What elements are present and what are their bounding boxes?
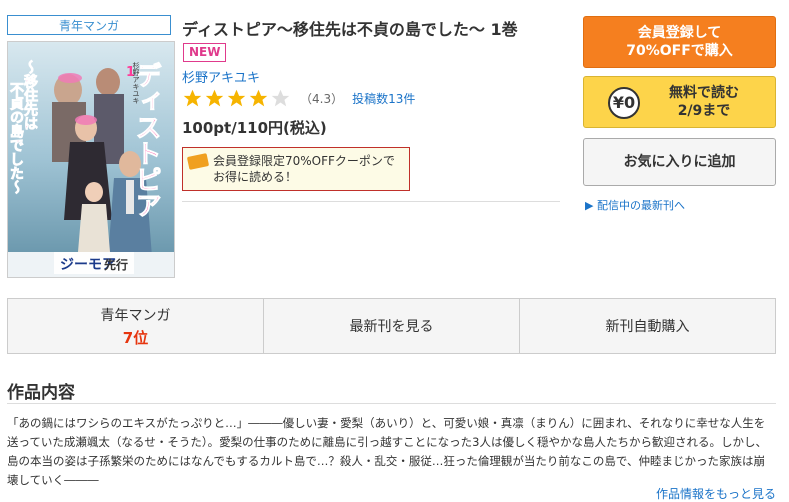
purchase-line1: 会員登録して xyxy=(637,25,722,41)
section-title: 作品内容 xyxy=(7,383,75,403)
star-empty-icon xyxy=(271,89,290,107)
rating-value: （4.3） xyxy=(300,92,344,106)
coupon-banner[interactable]: 会員登録限定70%OFFクーポンで お得に読める！ xyxy=(182,147,410,191)
genre-tag[interactable]: 青年マンガ xyxy=(7,15,171,35)
add-favorite-button[interactable]: お気に入りに追加 xyxy=(583,138,776,186)
auto-purchase-label: 新刊自動購入 xyxy=(605,319,690,335)
cover-author: 杉野アキユキ xyxy=(132,61,140,104)
author-link[interactable]: 杉野アキユキ xyxy=(182,67,260,86)
latest-volume-label: 最新刊を見る xyxy=(349,319,434,335)
yen-coin-icon: ¥0 xyxy=(608,87,640,119)
divider xyxy=(182,201,560,202)
rating: （4.3） 投稿数13件 xyxy=(182,88,415,109)
description: 「あの鍋にはワシらのエキスがたっぷりと…」―――優しい妻・愛梨（あいり）と、可愛… xyxy=(7,416,767,487)
new-badge: NEW xyxy=(183,43,227,62)
divider xyxy=(7,403,776,404)
cover-subtitle-text: 〜移住先は xyxy=(22,60,38,130)
star-full-icon xyxy=(205,89,224,107)
coupon-text: 会員登録限定70%OFFクーポンで お得に読める！ xyxy=(213,154,395,184)
cover-subtitle-text-2: 不貞の島でした〜 xyxy=(8,82,24,195)
action-tabs: 青年マンガ 7位 最新刊を見る 新刊自動購入 xyxy=(7,298,776,354)
ranking-value: 7位 xyxy=(122,328,149,347)
book-title: ディストピア〜移住先は不貞の島でした〜 1巻 xyxy=(182,20,518,39)
publisher-label: 先行 xyxy=(104,257,128,272)
latest-volume-tab[interactable]: 最新刊を見る xyxy=(264,299,520,353)
price: 100pt/110円(税込) xyxy=(182,119,327,137)
star-full-icon xyxy=(227,89,246,107)
coupon-ticket-icon xyxy=(186,153,210,170)
ranking-tab[interactable]: 青年マンガ 7位 xyxy=(8,299,264,353)
read-free-button[interactable]: ¥0 無料で読む 2/9まで xyxy=(583,76,776,128)
review-count-link[interactable]: 投稿数13件 xyxy=(352,90,415,107)
auto-purchase-tab[interactable]: 新刊自動購入 xyxy=(520,299,775,353)
free-line1: 無料で読む xyxy=(669,85,739,101)
latest-volume-link[interactable]: ▶ 配信中の最新刊へ xyxy=(585,197,685,213)
star-full-icon xyxy=(249,89,268,107)
purchase-line2: 70%OFFで購入 xyxy=(626,43,733,59)
star-full-icon xyxy=(183,89,202,107)
ranking-genre: 青年マンガ xyxy=(100,307,171,324)
more-info-link[interactable]: 作品情報をもっと見る xyxy=(656,485,776,502)
free-line2: 2/9まで xyxy=(677,103,731,119)
cover-illustration: ディストピア 〜移住先は 不貞の島でした〜 1 杉野アキユキ ジーモア 先行 xyxy=(8,42,174,277)
book-cover[interactable]: ディストピア 〜移住先は 不貞の島でした〜 1 杉野アキユキ ジーモア 先行 xyxy=(7,41,175,278)
register-purchase-button[interactable]: 会員登録して 70%OFFで購入 xyxy=(583,16,776,68)
